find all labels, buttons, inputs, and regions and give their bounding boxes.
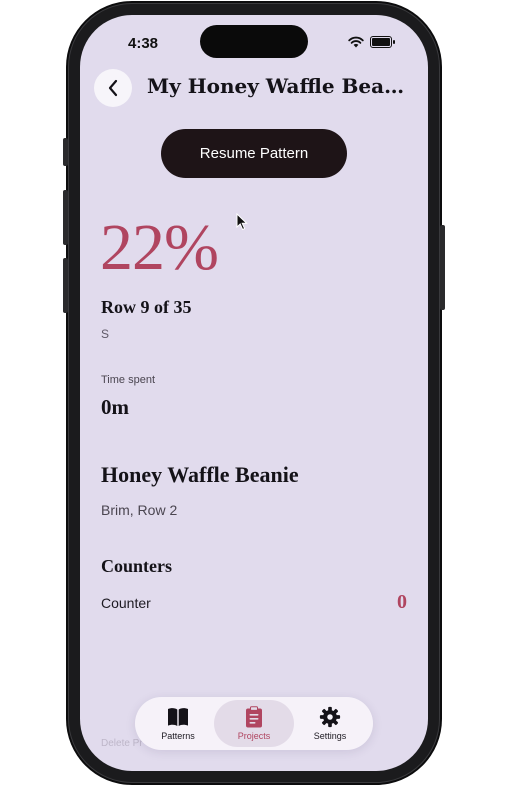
wifi-icon [348,36,364,48]
book-icon [168,708,188,726]
counters-heading: Counters [101,556,172,576]
power-button [440,225,445,310]
volume-up-button [63,190,68,245]
tab-label: Settings [313,731,347,741]
clipboard-icon [246,706,262,728]
tab-label: Projects [237,731,271,741]
row-progress: Row 9 of 35 [101,297,192,317]
pattern-name: Honey Waffle Beanie [101,462,299,487]
app-screen: 4:38 My Honey Waffle Beanie Resume Patte… [80,15,428,771]
tab-patterns[interactable]: Patterns [138,700,218,747]
time-spent-label: Time spent [101,374,156,386]
status-time: 4:38 [128,35,159,52]
volume-down-button [63,258,68,313]
action-button [63,138,68,166]
status-icons [348,36,395,48]
pattern-position: Brim, Row 2 [101,502,178,518]
back-button[interactable] [94,69,132,107]
counter-label: Counter [101,595,151,611]
tab-bar: Patterns Projects Settings [135,697,373,750]
tab-label: Patterns [161,731,195,741]
pattern-size: S [101,327,110,341]
page-title: My Honey Waffle Beanie [147,74,417,98]
progress-percent: 22% [100,211,219,284]
mouse-cursor-icon [236,213,248,231]
dynamic-island [200,25,308,58]
tab-settings[interactable]: Settings [290,700,370,747]
time-spent-value: 0m [101,395,129,419]
resume-pattern-button[interactable]: Resume Pattern [161,129,347,178]
tab-projects[interactable]: Projects [214,700,294,747]
counter-value[interactable]: 0 [397,591,407,614]
chevron-left-icon [108,79,118,97]
battery-icon [370,36,395,48]
gear-icon [319,706,341,728]
delete-project-link[interactable]: Delete Pr [101,738,143,749]
